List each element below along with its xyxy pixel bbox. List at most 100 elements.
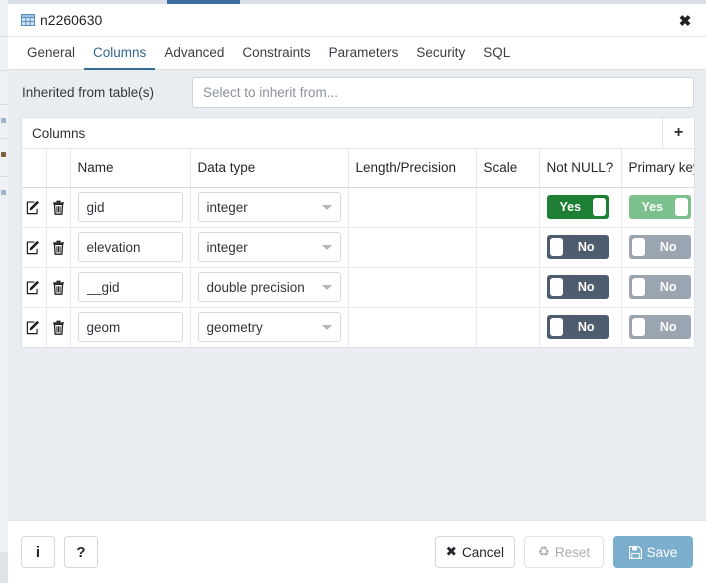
not-null-toggle-label: No: [577, 280, 595, 294]
info-icon[interactable]: i: [21, 536, 55, 568]
not-null-toggle[interactable]: No: [546, 275, 609, 299]
dialog-body: Inherited from table(s) Select to inheri…: [8, 70, 706, 520]
table-row: integer Yes: [22, 187, 694, 228]
edit-pencil-icon[interactable]: [23, 236, 45, 258]
header-primary-key: Primary key?: [621, 149, 694, 188]
row-not-null-cell: No: [539, 227, 622, 268]
row-scale-cell[interactable]: [476, 227, 540, 268]
chevron-down-icon: [321, 205, 332, 210]
not-null-toggle-label: No: [577, 320, 595, 335]
chevron-down-icon: [321, 245, 332, 250]
row-scale-cell[interactable]: [476, 187, 540, 228]
row-length-cell[interactable]: [348, 227, 477, 268]
primary-key-toggle[interactable]: No: [628, 315, 691, 340]
primary-key-toggle[interactable]: No: [628, 235, 691, 259]
toggle-knob: [549, 238, 563, 256]
save-button-label: Save: [646, 544, 678, 560]
row-length-cell[interactable]: [348, 307, 477, 347]
tab-advanced[interactable]: Advanced: [155, 45, 233, 70]
column-name-input[interactable]: [77, 192, 183, 222]
edit-pencil-icon[interactable]: [23, 196, 45, 218]
trash-icon[interactable]: [47, 236, 69, 258]
table-row: double precision No: [22, 267, 694, 308]
close-icon[interactable]: ✖: [672, 8, 698, 33]
tab-general[interactable]: General: [18, 45, 84, 70]
edit-pencil-icon[interactable]: [23, 276, 45, 298]
not-null-toggle[interactable]: No: [546, 235, 609, 259]
dialog-title: n2260630: [40, 12, 103, 28]
cancel-button[interactable]: ✖ Cancel: [434, 536, 515, 568]
header-edit: [22, 149, 47, 188]
plus-icon[interactable]: +: [662, 118, 694, 148]
toggle-knob: [631, 278, 645, 296]
table-icon: [21, 13, 35, 27]
header-data-type: Data type: [190, 149, 349, 188]
row-edit-cell: [22, 187, 47, 228]
column-name-input[interactable]: [77, 232, 183, 262]
dialog-titlebar: n2260630 ✖: [8, 4, 706, 37]
toggle-knob: [631, 318, 645, 337]
column-name-input[interactable]: [77, 312, 183, 343]
row-name-cell: [70, 187, 191, 228]
row-scale-cell[interactable]: [476, 267, 540, 308]
not-null-toggle[interactable]: Yes: [546, 195, 609, 219]
primary-key-toggle[interactable]: Yes: [628, 195, 691, 219]
not-null-toggle[interactable]: No: [546, 315, 609, 340]
row-name-cell: [70, 227, 191, 268]
trash-icon[interactable]: [47, 196, 69, 218]
tab-bar: General Columns Advanced Constraints Par…: [8, 37, 706, 70]
columns-panel-header: Columns +: [22, 118, 694, 149]
toggle-knob: [592, 198, 606, 216]
row-type-cell: double precision: [190, 267, 349, 308]
data-type-value: double precision: [206, 279, 305, 295]
header-scale: Scale: [476, 149, 540, 188]
toggle-knob: [549, 318, 563, 337]
table-row: integer No: [22, 227, 694, 268]
column-name-input[interactable]: [77, 272, 183, 302]
tab-security[interactable]: Security: [407, 45, 474, 70]
row-scale-cell[interactable]: [476, 307, 540, 347]
refresh-icon: ♻: [537, 544, 550, 559]
row-type-cell: integer: [190, 187, 349, 228]
trash-icon[interactable]: [47, 276, 69, 298]
row-edit-cell: [22, 267, 47, 308]
row-length-cell[interactable]: [348, 187, 477, 228]
reset-button[interactable]: ♻ Reset: [524, 536, 604, 568]
tab-sql[interactable]: SQL: [474, 45, 519, 70]
header-delete: [46, 149, 71, 188]
help-icon[interactable]: ?: [64, 536, 98, 568]
tab-constraints[interactable]: Constraints: [233, 45, 319, 70]
inherited-from-select[interactable]: Select to inherit from...: [192, 77, 694, 108]
primary-key-toggle-label: No: [659, 240, 677, 254]
x-icon: ✖: [445, 544, 457, 559]
row-length-cell[interactable]: [348, 267, 477, 308]
primary-key-toggle-label: No: [659, 280, 677, 294]
reset-button-label: Reset: [554, 544, 591, 560]
header-name: Name: [70, 149, 191, 188]
save-button[interactable]: Save: [613, 536, 693, 568]
edit-pencil-icon[interactable]: [23, 316, 45, 338]
data-type-select[interactable]: integer: [197, 232, 341, 262]
tab-columns[interactable]: Columns: [84, 45, 156, 70]
row-primary-key-cell: No: [621, 307, 694, 347]
row-delete-cell: [46, 227, 71, 268]
table-row: geometry No: [22, 307, 694, 347]
primary-key-toggle[interactable]: No: [628, 275, 691, 299]
inherited-from-row: Inherited from table(s) Select to inheri…: [8, 70, 706, 115]
row-delete-cell: [46, 187, 71, 228]
tab-parameters[interactable]: Parameters: [320, 45, 408, 70]
toggle-knob: [674, 198, 688, 216]
data-type-select[interactable]: integer: [197, 192, 341, 222]
trash-icon[interactable]: [47, 316, 69, 338]
columns-panel: Columns + Name Data type Length/Precisio…: [21, 117, 695, 348]
chevron-down-icon: [321, 285, 332, 290]
primary-key-toggle-label: Yes: [641, 200, 664, 214]
data-type-select[interactable]: double precision: [197, 272, 341, 302]
not-null-toggle-label: No: [577, 240, 595, 254]
primary-key-toggle-label: No: [659, 320, 677, 335]
columns-table: Name Data type Length/Precision Scale No…: [22, 149, 694, 347]
not-null-toggle-label: Yes: [559, 200, 582, 214]
data-type-select[interactable]: geometry: [197, 312, 341, 343]
row-primary-key-cell: No: [621, 267, 694, 308]
row-not-null-cell: No: [539, 267, 622, 308]
